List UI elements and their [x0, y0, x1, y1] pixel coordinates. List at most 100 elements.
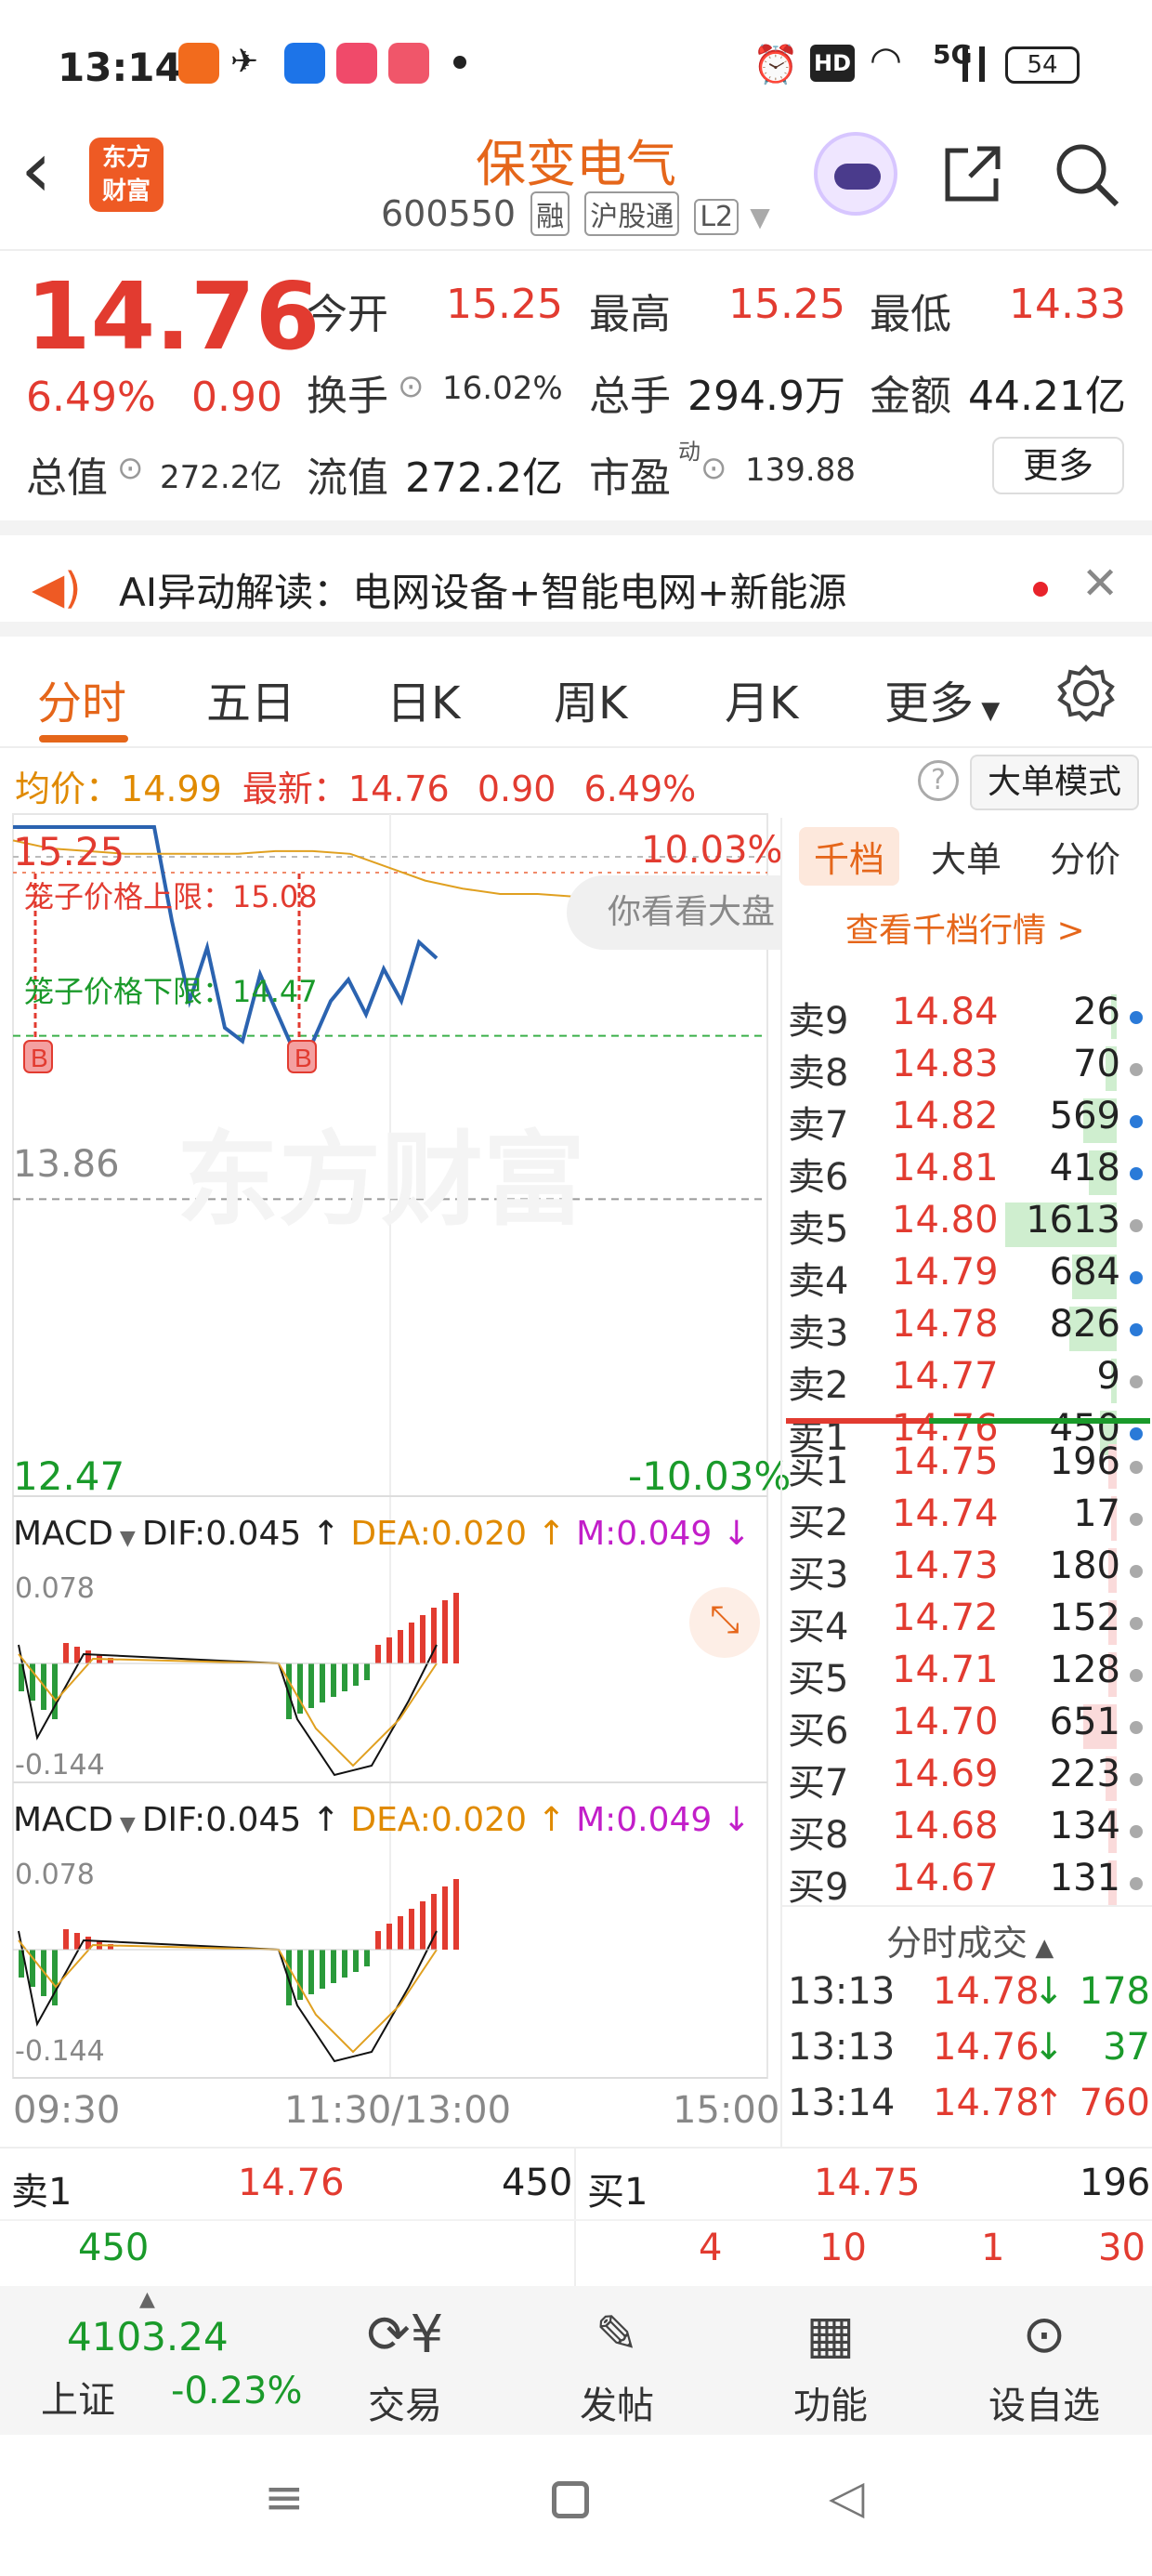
tick-volume: 178 [1079, 1970, 1150, 2013]
ask-row[interactable]: 卖3 14.78 826 [782, 1303, 1152, 1355]
back-nav-icon[interactable]: ◁ [829, 2470, 864, 2524]
assistant-avatar-icon[interactable] [814, 132, 897, 216]
tab-monthly-k[interactable]: 月K [725, 666, 798, 731]
bottom-price-label: 12.47 [13, 1453, 125, 1499]
bid-row[interactable]: 买6 14.70 651 [782, 1701, 1152, 1753]
ai-insight-bar[interactable]: ◀) AI异动解读：电网设备+智能电网+新能源 ✕ [0, 520, 1152, 637]
time-label-midday: 11:30/13:00 [284, 2089, 512, 2132]
nav-trade[interactable]: ⟳¥ 交易 [331, 2305, 479, 2429]
wifi-icon: ◠ [870, 39, 902, 82]
home-icon[interactable] [552, 2481, 589, 2518]
status-dot-icon [1130, 1877, 1143, 1890]
status-dot-icon [1130, 1271, 1143, 1284]
market-bubble[interactable]: 你看看大盘 [567, 875, 780, 950]
dif-value: DIF:0.045 [141, 1515, 302, 1553]
more-button[interactable]: 更多 [992, 437, 1124, 494]
level-price: 14.84 [892, 991, 999, 1033]
tab-daily-k[interactable]: 日K [386, 666, 460, 731]
latest-pct: 6.49% [583, 769, 697, 809]
bid-row[interactable]: 买2 14.74 17 [782, 1492, 1152, 1544]
tab-more[interactable]: 更多 ▼ [884, 666, 1000, 731]
ask-row[interactable]: 卖5 14.80 1613 [782, 1199, 1152, 1251]
ask-row[interactable]: 卖8 14.83 70 [782, 1043, 1152, 1095]
buy1-label: 买1 [587, 2171, 648, 2214]
time-label-close: 15:00 [673, 2089, 780, 2132]
macd-bar [386, 1924, 392, 1950]
menu-icon[interactable]: ≡ [264, 2470, 305, 2526]
dea-value: DEA:0.020 [350, 1801, 527, 1839]
video-app-icon [388, 43, 429, 84]
settings-gear-icon[interactable] [1055, 663, 1117, 724]
search-icon[interactable] [1052, 139, 1122, 210]
index-value[interactable]: 4103.24 [67, 2314, 229, 2359]
ticks-title[interactable]: 分时成交 ▲ [886, 1914, 1054, 1965]
share-icon[interactable] [940, 141, 1005, 206]
intraday-chart[interactable]: B B 15.25 10.03% 笼子价格上限：15.08 笼子价格下限：14.4… [0, 808, 791, 2147]
pe-superscript: 动 [678, 439, 700, 465]
tab-five-day[interactable]: 五日 [206, 666, 295, 731]
ask-row[interactable]: 卖4 14.79 684 [782, 1251, 1152, 1303]
bid-row[interactable]: 买8 14.68 134 [782, 1805, 1152, 1857]
chevron-down-icon: ▼ [112, 1527, 142, 1550]
chevron-up-icon[interactable]: ▲ [139, 2288, 155, 2311]
open-label: 今开 [307, 291, 388, 338]
info-icon[interactable]: ⊙ [700, 450, 727, 487]
level-label: 卖7 [788, 1104, 849, 1147]
latest-change: 0.90 [477, 769, 556, 809]
macd-selector[interactable]: MACD [13, 1801, 113, 1839]
ask-row[interactable]: 卖7 14.82 569 [782, 1095, 1152, 1147]
info-icon[interactable]: ⊙ [117, 450, 144, 487]
tab-big-orders[interactable]: 大单 [931, 831, 1001, 882]
info-icon[interactable]: ⊙ [398, 368, 425, 405]
macd-bar [331, 1663, 336, 1697]
expand-icon[interactable]: ⤡ [689, 1587, 760, 1658]
nav-functions[interactable]: ▦ 功能 [756, 2305, 905, 2429]
tab-thousand-levels[interactable]: 千档 [799, 827, 900, 886]
app-notification-icon [178, 43, 219, 84]
bid-row[interactable]: 买3 14.73 180 [782, 1544, 1152, 1597]
index-change-pct[interactable]: -0.23% [171, 2370, 303, 2412]
buy1-price: 14.75 [814, 2162, 921, 2204]
stock-code-line[interactable]: 600550 融 沪股通 L2 ▼ [381, 191, 770, 236]
high-value: 15.25 [728, 281, 845, 328]
signal-bars-icon [962, 46, 985, 82]
tab-intraday[interactable]: 分时 [37, 666, 126, 731]
m-value: M:0.049 [576, 1801, 713, 1839]
macd-selector[interactable]: MACD [13, 1515, 113, 1553]
ask-row[interactable]: 卖6 14.81 418 [782, 1147, 1152, 1199]
macd-bar [442, 1886, 448, 1950]
bid-row[interactable]: 买4 14.72 152 [782, 1597, 1152, 1649]
ask-row[interactable]: 卖9 14.84 26 [782, 991, 1152, 1043]
edit-icon: ✎ [595, 2305, 639, 2365]
tick-volume: 760 [1079, 2082, 1150, 2124]
ask-row[interactable]: 卖2 14.77 9 [782, 1355, 1152, 1407]
bid-row[interactable]: 买5 14.71 128 [782, 1649, 1152, 1701]
hd-icon: HD [810, 45, 855, 82]
system-navigation-bar: ≡ ◁ [0, 2435, 1152, 2576]
volume-value: 294.9万 [687, 373, 845, 420]
view-levels-link[interactable]: 查看千档行情 > [845, 903, 1085, 952]
bid-row[interactable]: 买1 14.75 196 [782, 1440, 1152, 1492]
tab-weekly-k[interactable]: 周K [554, 666, 627, 731]
level-volume: 1613 [1026, 1199, 1120, 1242]
tick-direction: ↑ [1033, 2082, 1065, 2124]
nav-add-watchlist[interactable]: ⊙ 设自选 [970, 2305, 1119, 2429]
bid-row[interactable]: 买9 14.67 131 [782, 1857, 1152, 1909]
status-dot-icon [1130, 1721, 1143, 1734]
buy-marker-label: B [295, 1044, 312, 1072]
dif-value: DIF:0.045 [141, 1801, 302, 1839]
help-icon[interactable]: ? [918, 760, 959, 801]
tab-price-distribution[interactable]: 分价 [1050, 831, 1120, 882]
index-name[interactable]: 上证 [41, 2370, 115, 2424]
tick-time: 13:13 [788, 1970, 896, 2013]
status-dot-icon [1130, 1115, 1143, 1128]
tick-price: 14.76 [933, 2026, 1040, 2069]
bid-row[interactable]: 买7 14.69 223 [782, 1753, 1152, 1805]
divider [574, 2149, 576, 2288]
stock-code: 600550 [381, 193, 517, 234]
close-icon[interactable]: ✕ [1081, 558, 1119, 610]
big-order-mode-button[interactable]: 大单模式 [970, 755, 1139, 810]
nav-post[interactable]: ✎ 发帖 [543, 2305, 691, 2429]
ai-insight-text[interactable]: AI异动解读：电网设备+智能电网+新能源 [119, 561, 847, 618]
macd-bar [409, 1909, 414, 1950]
